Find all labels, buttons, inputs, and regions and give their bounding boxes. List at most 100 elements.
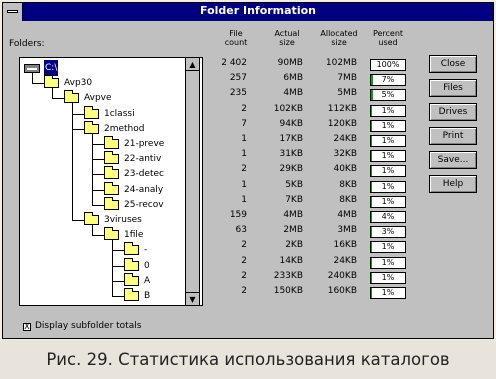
percent-used-fill — [371, 288, 373, 298]
close-button[interactable]: Close — [429, 55, 477, 73]
allocated-size-cell: 24KB — [333, 134, 357, 144]
allocated-size-cell: 5MB — [337, 88, 357, 99]
file-count-cell: 7 — [241, 118, 247, 129]
scroll-up-button[interactable]: ▲ — [186, 58, 199, 71]
percent-used-fill — [371, 257, 373, 268]
tree-item[interactable]: 0 — [20, 257, 200, 274]
tree-item[interactable]: 24-analy — [20, 181, 200, 198]
tree-connector — [52, 88, 53, 100]
tree-item[interactable]: 25-recov — [20, 196, 200, 213]
tree-connector — [92, 174, 104, 176]
percent-used-label: 1% — [381, 136, 395, 145]
allocated-size-cell: 40KB — [333, 164, 357, 175]
tree-connector — [92, 204, 104, 206]
header-line: File — [229, 29, 243, 38]
actual-size-cell: 6MB — [283, 73, 303, 84]
print-button[interactable]: Print — [429, 127, 477, 145]
tree-item[interactable]: A — [20, 272, 200, 289]
tree-item-label: B — [144, 291, 151, 301]
percent-used-fill — [371, 272, 373, 283]
tree-item[interactable]: 1classi — [20, 105, 200, 122]
display-subfolder-totals-checkbox[interactable]: X — [23, 323, 31, 331]
actual-size-cell: 94KB — [279, 118, 303, 129]
percent-used-bar: 1% — [370, 256, 406, 269]
tree-item-label: 1classi — [104, 108, 135, 119]
percent-used-bar: 1% — [370, 287, 406, 299]
folder-icon — [104, 196, 119, 210]
tree-item-label: C:\ — [44, 60, 59, 76]
system-menu-icon — [7, 10, 18, 13]
screenshot-frame: Folder Information Folders: File count Ac… — [0, 0, 496, 379]
allocated-size-cell: 24KB — [333, 255, 357, 266]
percent-used-bar: 5% — [370, 89, 406, 102]
percent-used-label: 5% — [381, 90, 395, 100]
percent-used-label: 1% — [381, 166, 395, 176]
folder-icon — [84, 212, 99, 225]
tree-item[interactable]: 21-preve — [20, 136, 200, 152]
actual-size-cell: 14KB — [279, 255, 303, 266]
tree-scrollbar[interactable]: ▲ ▼ — [185, 57, 200, 306]
folder-tree[interactable]: C:\ Avp30 Avpve 1classi 2method 21-preve 22-an… — [19, 57, 203, 306]
tree-item[interactable]: 3viruses — [20, 212, 200, 228]
tree-item[interactable]: 22-antiv — [20, 151, 200, 167]
actual-size-cell: 2KB — [285, 240, 303, 251]
tree-item-label: Avpve — [84, 93, 112, 104]
tree-connector — [92, 235, 104, 237]
tree-item[interactable]: 1file — [20, 227, 200, 243]
allocated-size-cell: 160KB — [327, 286, 357, 296]
percent-used-label: 1% — [381, 151, 395, 161]
help-button[interactable]: Help — [429, 175, 477, 193]
tree-item-label: 3viruses — [104, 215, 142, 225]
percent-used-label: 1% — [381, 196, 395, 206]
actual-size-cell: 233KB — [273, 270, 303, 281]
percent-used-fill — [371, 196, 373, 207]
tree-connector — [52, 98, 64, 100]
tree-item-label: 1file — [124, 230, 144, 241]
header-line: size — [331, 38, 347, 47]
tree-item-label: 21-preve — [124, 139, 165, 149]
file-count-cell: 2 — [241, 270, 247, 281]
folder-icon — [64, 90, 79, 104]
tree-item[interactable]: - — [20, 242, 200, 258]
tree-item[interactable]: B — [20, 288, 200, 304]
percent-used-bar: 100% — [370, 59, 406, 71]
tree-item[interactable]: 2method — [20, 120, 200, 137]
percent-used-fill — [371, 227, 373, 238]
actual-size-cell: 4MB — [283, 210, 303, 220]
percent-used-bar: 1% — [370, 119, 406, 132]
file-count-cell: 257 — [229, 73, 247, 84]
percent-used-label: 1% — [381, 288, 395, 297]
scroll-down-button[interactable]: ▼ — [186, 292, 199, 305]
percent-used-bar: 1% — [370, 180, 406, 193]
folder-icon — [124, 272, 139, 286]
actual-size-cell: 31KB — [279, 149, 303, 160]
tree-item[interactable]: Avpve — [20, 90, 200, 106]
actual-size-cell: 17KB — [279, 134, 303, 144]
tree-item[interactable]: Avp30 — [20, 75, 200, 91]
tree-connector — [112, 280, 124, 282]
allocated-size-cell: 8KB — [339, 179, 357, 190]
allocated-size-cell: 120KB — [327, 118, 357, 129]
window-title: Folder Information — [200, 4, 316, 17]
percent-used-fill — [371, 105, 373, 116]
drives-button[interactable]: Drives — [429, 103, 477, 121]
tree-connector — [112, 296, 124, 297]
percent-used-label: 1% — [381, 105, 395, 115]
file-count-cell: 2 402 — [221, 58, 247, 68]
percent-used-fill — [371, 181, 373, 192]
tree-item[interactable]: 23-detec — [20, 166, 200, 182]
tree-item[interactable]: C:\ — [20, 60, 200, 76]
allocated-size-cell: 4MB — [337, 210, 357, 220]
tree-item-label: 2method — [104, 123, 145, 134]
file-count-cell: 1 — [241, 194, 247, 205]
allocated-size-cell: 32KB — [333, 149, 357, 160]
files-button[interactable]: Files — [429, 79, 477, 97]
save-button[interactable]: Save... — [429, 151, 477, 169]
percent-used-fill — [371, 242, 373, 253]
percent-used-label: 100% — [376, 60, 400, 69]
file-count-cell: 1 — [241, 134, 247, 144]
allocated-size-cell: 3MB — [337, 225, 357, 236]
allocated-size-cell: 102MB — [325, 58, 357, 68]
system-menu-button[interactable] — [3, 3, 23, 21]
tree-item-label: - — [144, 245, 148, 256]
